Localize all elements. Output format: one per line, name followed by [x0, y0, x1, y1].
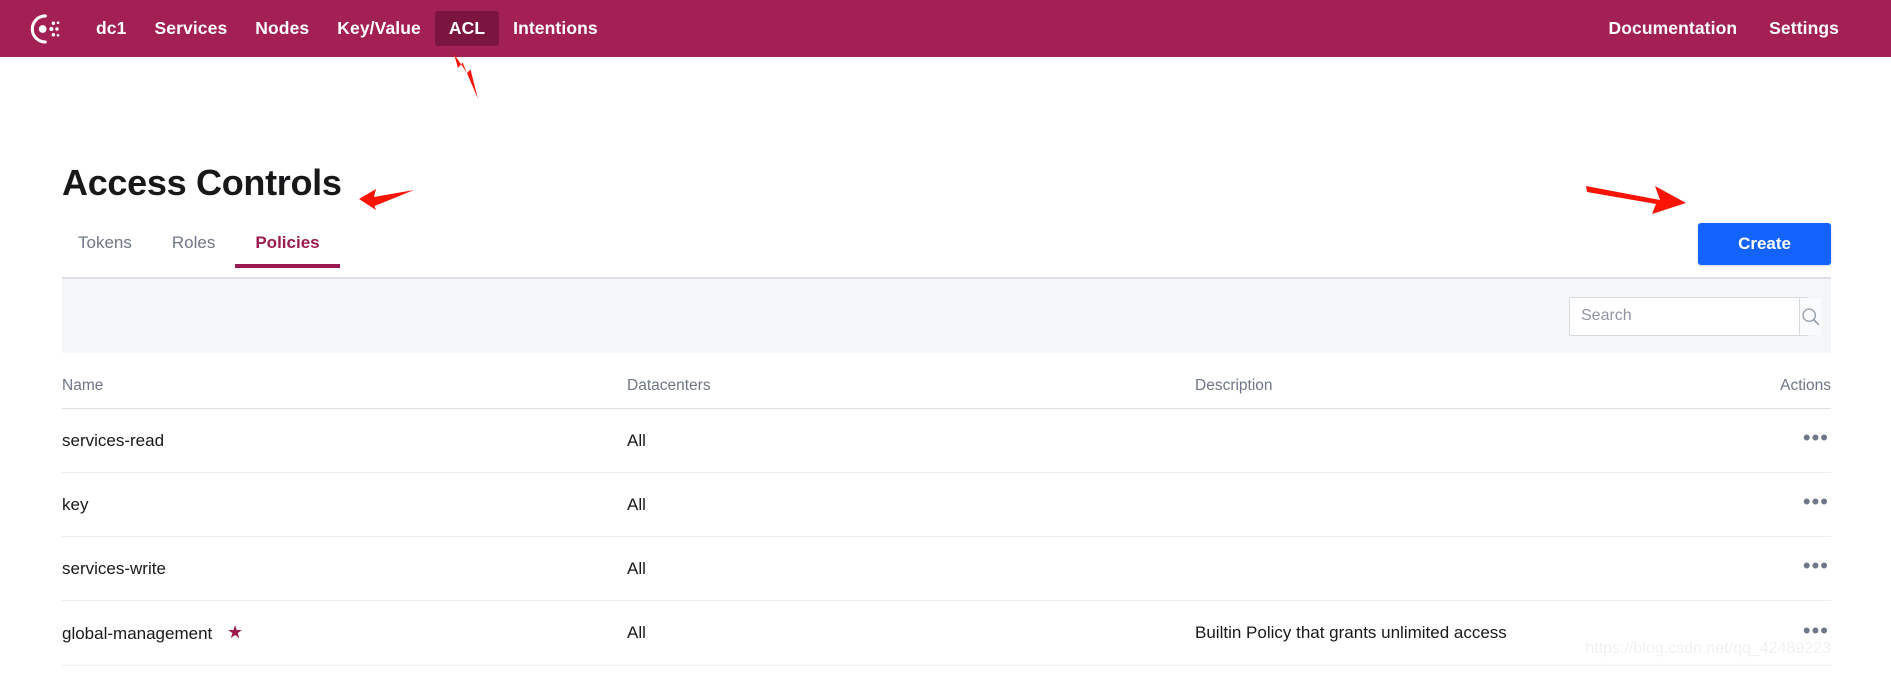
- policies-table: Name Datacenters Description Actions ser…: [62, 353, 1831, 666]
- nav-item-key-value[interactable]: Key/Value: [323, 11, 435, 46]
- table-header: Name Datacenters Description Actions: [62, 353, 1831, 409]
- cell-actions[interactable]: •••: [1721, 472, 1831, 537]
- policy-name-link[interactable]: global-management: [62, 624, 212, 643]
- nav-item-nodes[interactable]: Nodes: [241, 11, 323, 46]
- policy-name-link[interactable]: key: [62, 495, 88, 514]
- column-header-name: Name: [62, 353, 627, 409]
- kebab-menu-icon[interactable]: •••: [1801, 555, 1831, 579]
- tab-bar: Tokens Roles Policies Create: [62, 223, 1831, 279]
- kebab-menu-icon[interactable]: •••: [1801, 427, 1831, 451]
- cell-datacenters: All: [627, 536, 1195, 601]
- cell-description: [1195, 536, 1721, 601]
- search-box: [1569, 296, 1821, 336]
- cell-policy-name[interactable]: key: [62, 472, 627, 537]
- table-row[interactable]: key All •••: [62, 472, 1831, 537]
- cell-actions[interactable]: •••: [1721, 536, 1831, 601]
- tab-tokens[interactable]: Tokens: [62, 233, 152, 266]
- cell-description: [1195, 472, 1721, 537]
- nav-item-services[interactable]: Services: [140, 11, 241, 46]
- table-body: services-read All ••• key All ••• servic…: [62, 408, 1831, 666]
- builtin-policy-star-icon: ★: [227, 622, 244, 642]
- table-row[interactable]: global-management ★ All Builtin Policy t…: [62, 600, 1831, 666]
- tab-policies[interactable]: Policies: [235, 233, 340, 268]
- table-row[interactable]: services-read All •••: [62, 408, 1831, 473]
- watermark-text: https://blog.csdn.net/qq_42489223: [1585, 640, 1831, 657]
- create-button[interactable]: Create: [1698, 223, 1831, 265]
- cell-actions[interactable]: •••: [1721, 408, 1831, 473]
- policy-name-link[interactable]: services-write: [62, 559, 166, 578]
- table-row[interactable]: services-write All •••: [62, 536, 1831, 601]
- search-icon: [1802, 307, 1820, 325]
- main-content: Access Controls Tokens Roles Policies Cr…: [0, 162, 1891, 666]
- column-header-datacenters: Datacenters: [627, 353, 1195, 409]
- search-button[interactable]: [1799, 297, 1821, 335]
- cell-datacenters: All: [627, 472, 1195, 537]
- consul-logo-icon[interactable]: [26, 11, 62, 47]
- kebab-menu-icon[interactable]: •••: [1801, 491, 1831, 515]
- search-input[interactable]: [1570, 297, 1799, 335]
- policy-name-link[interactable]: services-read: [62, 431, 164, 450]
- top-navbar: dc1 Services Nodes Key/Value ACL Intenti…: [0, 0, 1891, 57]
- filter-toolbar: [62, 279, 1831, 353]
- column-header-actions: Actions: [1721, 353, 1831, 409]
- nav-item-dc1[interactable]: dc1: [82, 11, 140, 46]
- navbar-left-group: dc1 Services Nodes Key/Value ACL Intenti…: [26, 11, 612, 47]
- annotation-arrow-acl-icon: [454, 54, 478, 99]
- table-header-row: Name Datacenters Description Actions: [62, 353, 1831, 409]
- cell-datacenters: All: [627, 408, 1195, 473]
- nav-item-documentation[interactable]: Documentation: [1592, 11, 1753, 46]
- cell-policy-name[interactable]: global-management ★: [62, 600, 627, 666]
- cell-policy-name[interactable]: services-read: [62, 408, 627, 473]
- nav-item-acl[interactable]: ACL: [434, 11, 500, 46]
- cell-policy-name[interactable]: services-write: [62, 536, 627, 601]
- nav-item-intentions[interactable]: Intentions: [499, 11, 612, 46]
- column-header-description: Description: [1195, 353, 1721, 409]
- nav-item-settings[interactable]: Settings: [1753, 11, 1855, 46]
- cell-datacenters: All: [627, 600, 1195, 666]
- navbar-right-group: Documentation Settings: [1592, 11, 1855, 46]
- cell-description: [1195, 408, 1721, 473]
- page-title: Access Controls: [62, 162, 342, 203]
- tab-roles[interactable]: Roles: [152, 233, 235, 266]
